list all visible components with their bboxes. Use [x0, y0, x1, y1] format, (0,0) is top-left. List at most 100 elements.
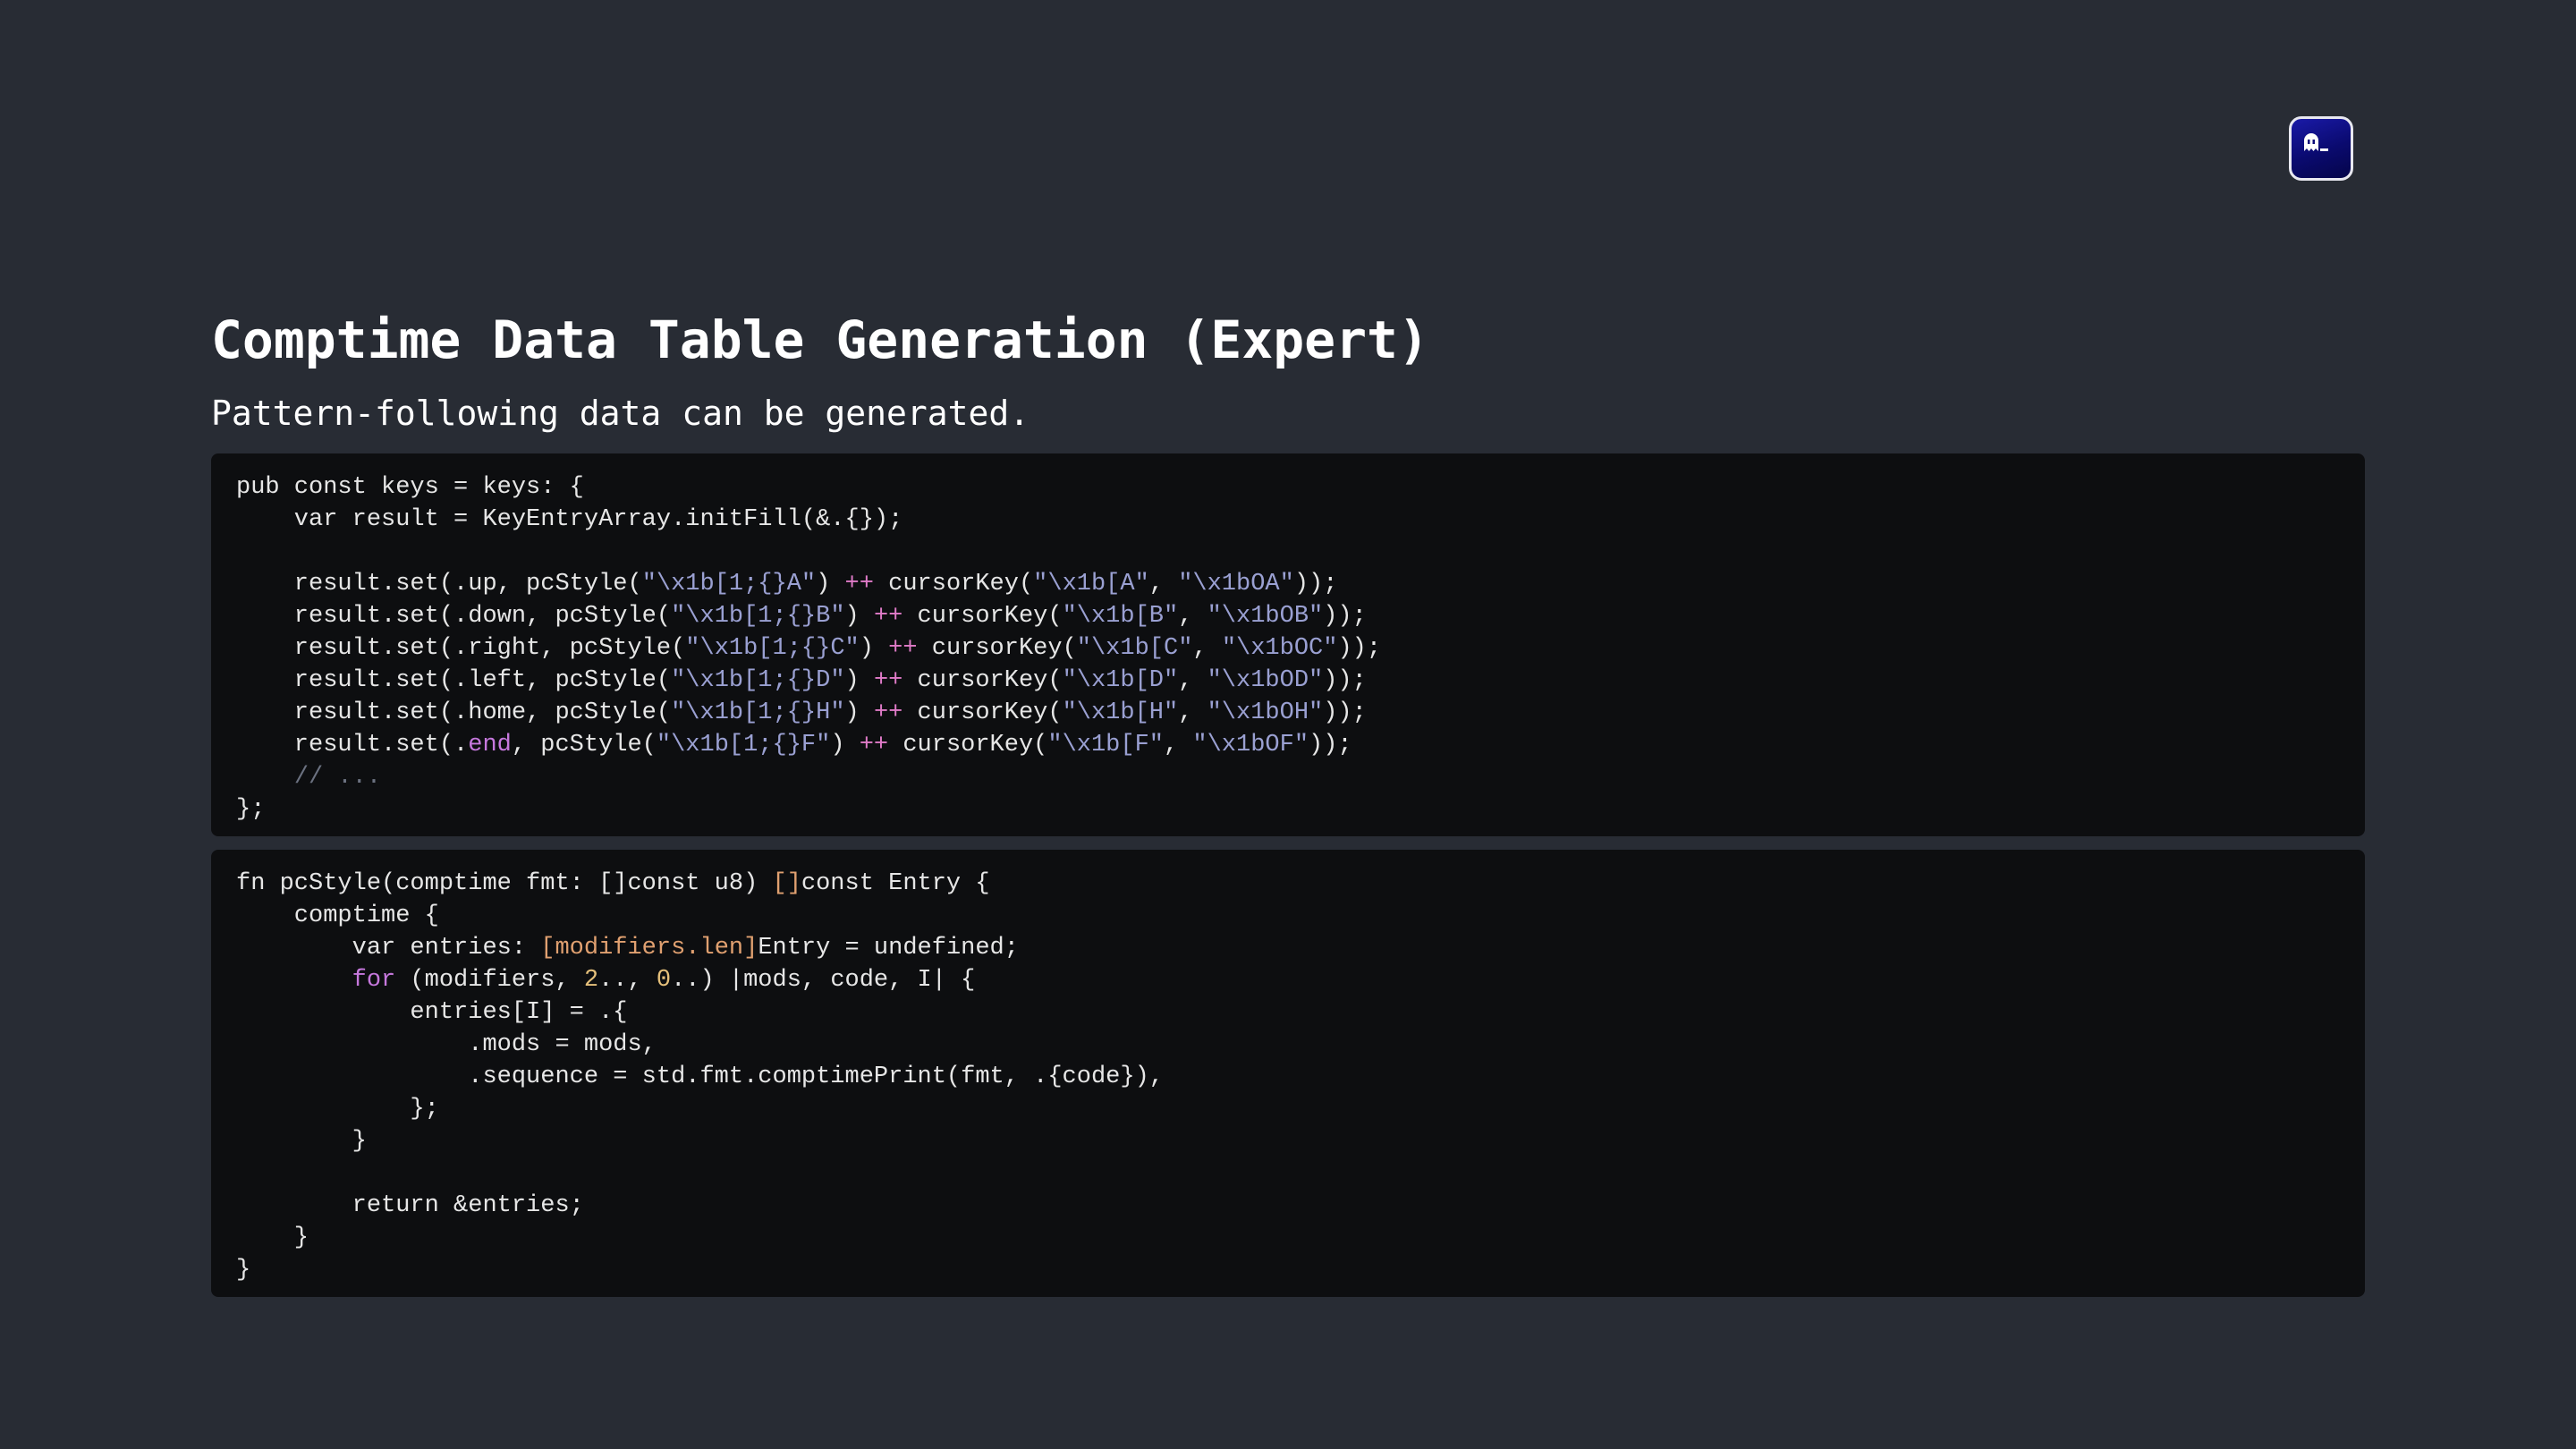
code-line: result.set(.home, pcStyle("\x1b[1;{}H") … — [236, 697, 2340, 729]
code-token-str: "\x1b[C" — [1076, 635, 1193, 662]
code-token: ..) |mods, code, I| { — [671, 967, 976, 994]
code-token: ) — [859, 635, 889, 662]
code-token: Entry = undefined; — [758, 935, 1019, 962]
code-token: } — [236, 1224, 309, 1251]
code-token-str: "\x1b[1;{}C" — [685, 635, 860, 662]
code-line: .sequence = std.fmt.comptimePrint(fmt, .… — [236, 1061, 2340, 1093]
code-token: cursorKey( — [873, 571, 1034, 597]
ghost-glyph — [2304, 133, 2328, 151]
code-token-op: ++ — [888, 635, 918, 662]
code-line: } — [236, 1125, 2340, 1157]
code-line: result.set(.right, pcStyle("\x1b[1;{}C")… — [236, 632, 2340, 665]
code-token-op: ++ — [873, 603, 903, 630]
code-token: )); — [1323, 699, 1367, 726]
code-line: result.set(.left, pcStyle("\x1b[1;{}D") … — [236, 665, 2340, 697]
code-token-num: 2 — [583, 967, 599, 994]
code-line: .mods = mods, — [236, 1029, 2340, 1061]
code-token-str: "\x1bOB" — [1207, 603, 1324, 630]
code-line: } — [236, 1254, 2340, 1286]
code-token: .mods = mods, — [236, 1031, 657, 1058]
code-token-cm: // ... — [293, 764, 382, 791]
code-token: }; — [236, 796, 266, 823]
code-line: pub const keys = keys: { — [236, 471, 2340, 504]
code-token: result.set(.down, pcStyle( — [236, 603, 672, 630]
code-token: )); — [1309, 732, 1352, 758]
slide-title: Comptime Data Table Generation (Expert) — [211, 309, 1429, 370]
code-token: )); — [1323, 603, 1367, 630]
code-line: }; — [236, 793, 2340, 826]
code-token: , — [1192, 635, 1222, 662]
code-token: result.set(.home, pcStyle( — [236, 699, 672, 726]
code-token-num: 0 — [656, 967, 672, 994]
code-token-op: ++ — [859, 732, 889, 758]
code-token: const Entry { — [801, 870, 990, 897]
code-line: var entries: [modifiers.len]Entry = unde… — [236, 932, 2340, 964]
code-block-keys-table: pub const keys = keys: { var result = Ke… — [211, 453, 2365, 836]
code-token: result.set(.up, pcStyle( — [236, 571, 642, 597]
code-token: cursorKey( — [888, 732, 1048, 758]
code-token-str: "\x1b[1;{}D" — [671, 667, 845, 694]
code-line: comptime { — [236, 900, 2340, 932]
code-token: }; — [236, 1096, 439, 1123]
code-token: ) — [830, 732, 860, 758]
code-token: .., — [598, 967, 657, 994]
code-token: pub const keys = keys: { — [236, 474, 584, 501]
code-line: var result = KeyEntryArray.initFill(&.{}… — [236, 504, 2340, 536]
code-token: cursorKey( — [902, 699, 1063, 726]
code-token-str: "\x1b[F" — [1047, 732, 1164, 758]
code-block-pcstyle-fn: fn pcStyle(comptime fmt: []const u8) []c… — [211, 850, 2365, 1297]
code-token-str: "\x1bOC" — [1221, 635, 1338, 662]
code-token: var result = KeyEntryArray.initFill(&.{}… — [236, 506, 903, 533]
code-token-str: "\x1b[D" — [1062, 667, 1179, 694]
code-line: } — [236, 1222, 2340, 1254]
slide-subtitle: Pattern-following data can be generated. — [211, 394, 1030, 433]
code-token: ) — [816, 571, 845, 597]
code-token: ) — [844, 603, 874, 630]
code-token-str: "\x1b[H" — [1062, 699, 1179, 726]
code-token: cursorKey( — [902, 603, 1063, 630]
code-token: )); — [1337, 635, 1382, 662]
code-token: , — [1178, 667, 1208, 694]
code-token: )); — [1293, 571, 1338, 597]
code-token: , — [1148, 571, 1179, 597]
code-line: }; — [236, 1093, 2340, 1125]
code-token: , — [1178, 603, 1208, 630]
code-token: , — [1164, 732, 1193, 758]
code-line: // ... — [236, 761, 2340, 793]
code-token: } — [236, 1257, 251, 1284]
code-token-str: "\x1b[1;{}A" — [641, 571, 817, 597]
code-token: result.set(.right, pcStyle( — [236, 635, 686, 662]
code-line: entries[I] = .{ — [236, 996, 2340, 1029]
code-token-str: "\x1bOF" — [1192, 732, 1309, 758]
code-token: cursorKey( — [902, 667, 1063, 694]
code-token: ) — [844, 699, 874, 726]
code-token-str: "\x1b[A" — [1033, 571, 1149, 597]
code-token-op: ++ — [844, 571, 874, 597]
code-token: )); — [1323, 667, 1367, 694]
code-token-op: ++ — [873, 667, 903, 694]
code-token: cursorKey( — [917, 635, 1077, 662]
code-token: comptime { — [236, 902, 439, 929]
code-line: result.set(.down, pcStyle("\x1b[1;{}B") … — [236, 600, 2340, 632]
ghost-terminal-icon[interactable] — [2289, 116, 2353, 181]
code-token: } — [236, 1128, 367, 1155]
code-token-kw: for — [352, 967, 396, 994]
code-token-str: "\x1bOH" — [1207, 699, 1324, 726]
code-line: fn pcStyle(comptime fmt: []const u8) []c… — [236, 868, 2340, 900]
code-token-str: "\x1b[1;{}H" — [671, 699, 845, 726]
code-line: result.set(.end, pcStyle("\x1b[1;{}F") +… — [236, 729, 2340, 761]
code-token: , — [1178, 699, 1208, 726]
code-line: result.set(.up, pcStyle("\x1b[1;{}A") ++… — [236, 568, 2340, 600]
code-token: , pcStyle( — [511, 732, 657, 758]
code-token-str: "\x1b[1;{}B" — [671, 603, 845, 630]
code-token: fn pcStyle(comptime fmt: []const u8) — [236, 870, 773, 897]
code-token: entries[I] = .{ — [236, 999, 628, 1026]
code-token: result.set(. — [236, 732, 469, 758]
code-token: ) — [844, 667, 874, 694]
code-line: return &entries; — [236, 1190, 2340, 1222]
code-token: var entries: — [236, 935, 541, 962]
code-token-op: ++ — [873, 699, 903, 726]
code-token-br: [] — [772, 870, 801, 897]
